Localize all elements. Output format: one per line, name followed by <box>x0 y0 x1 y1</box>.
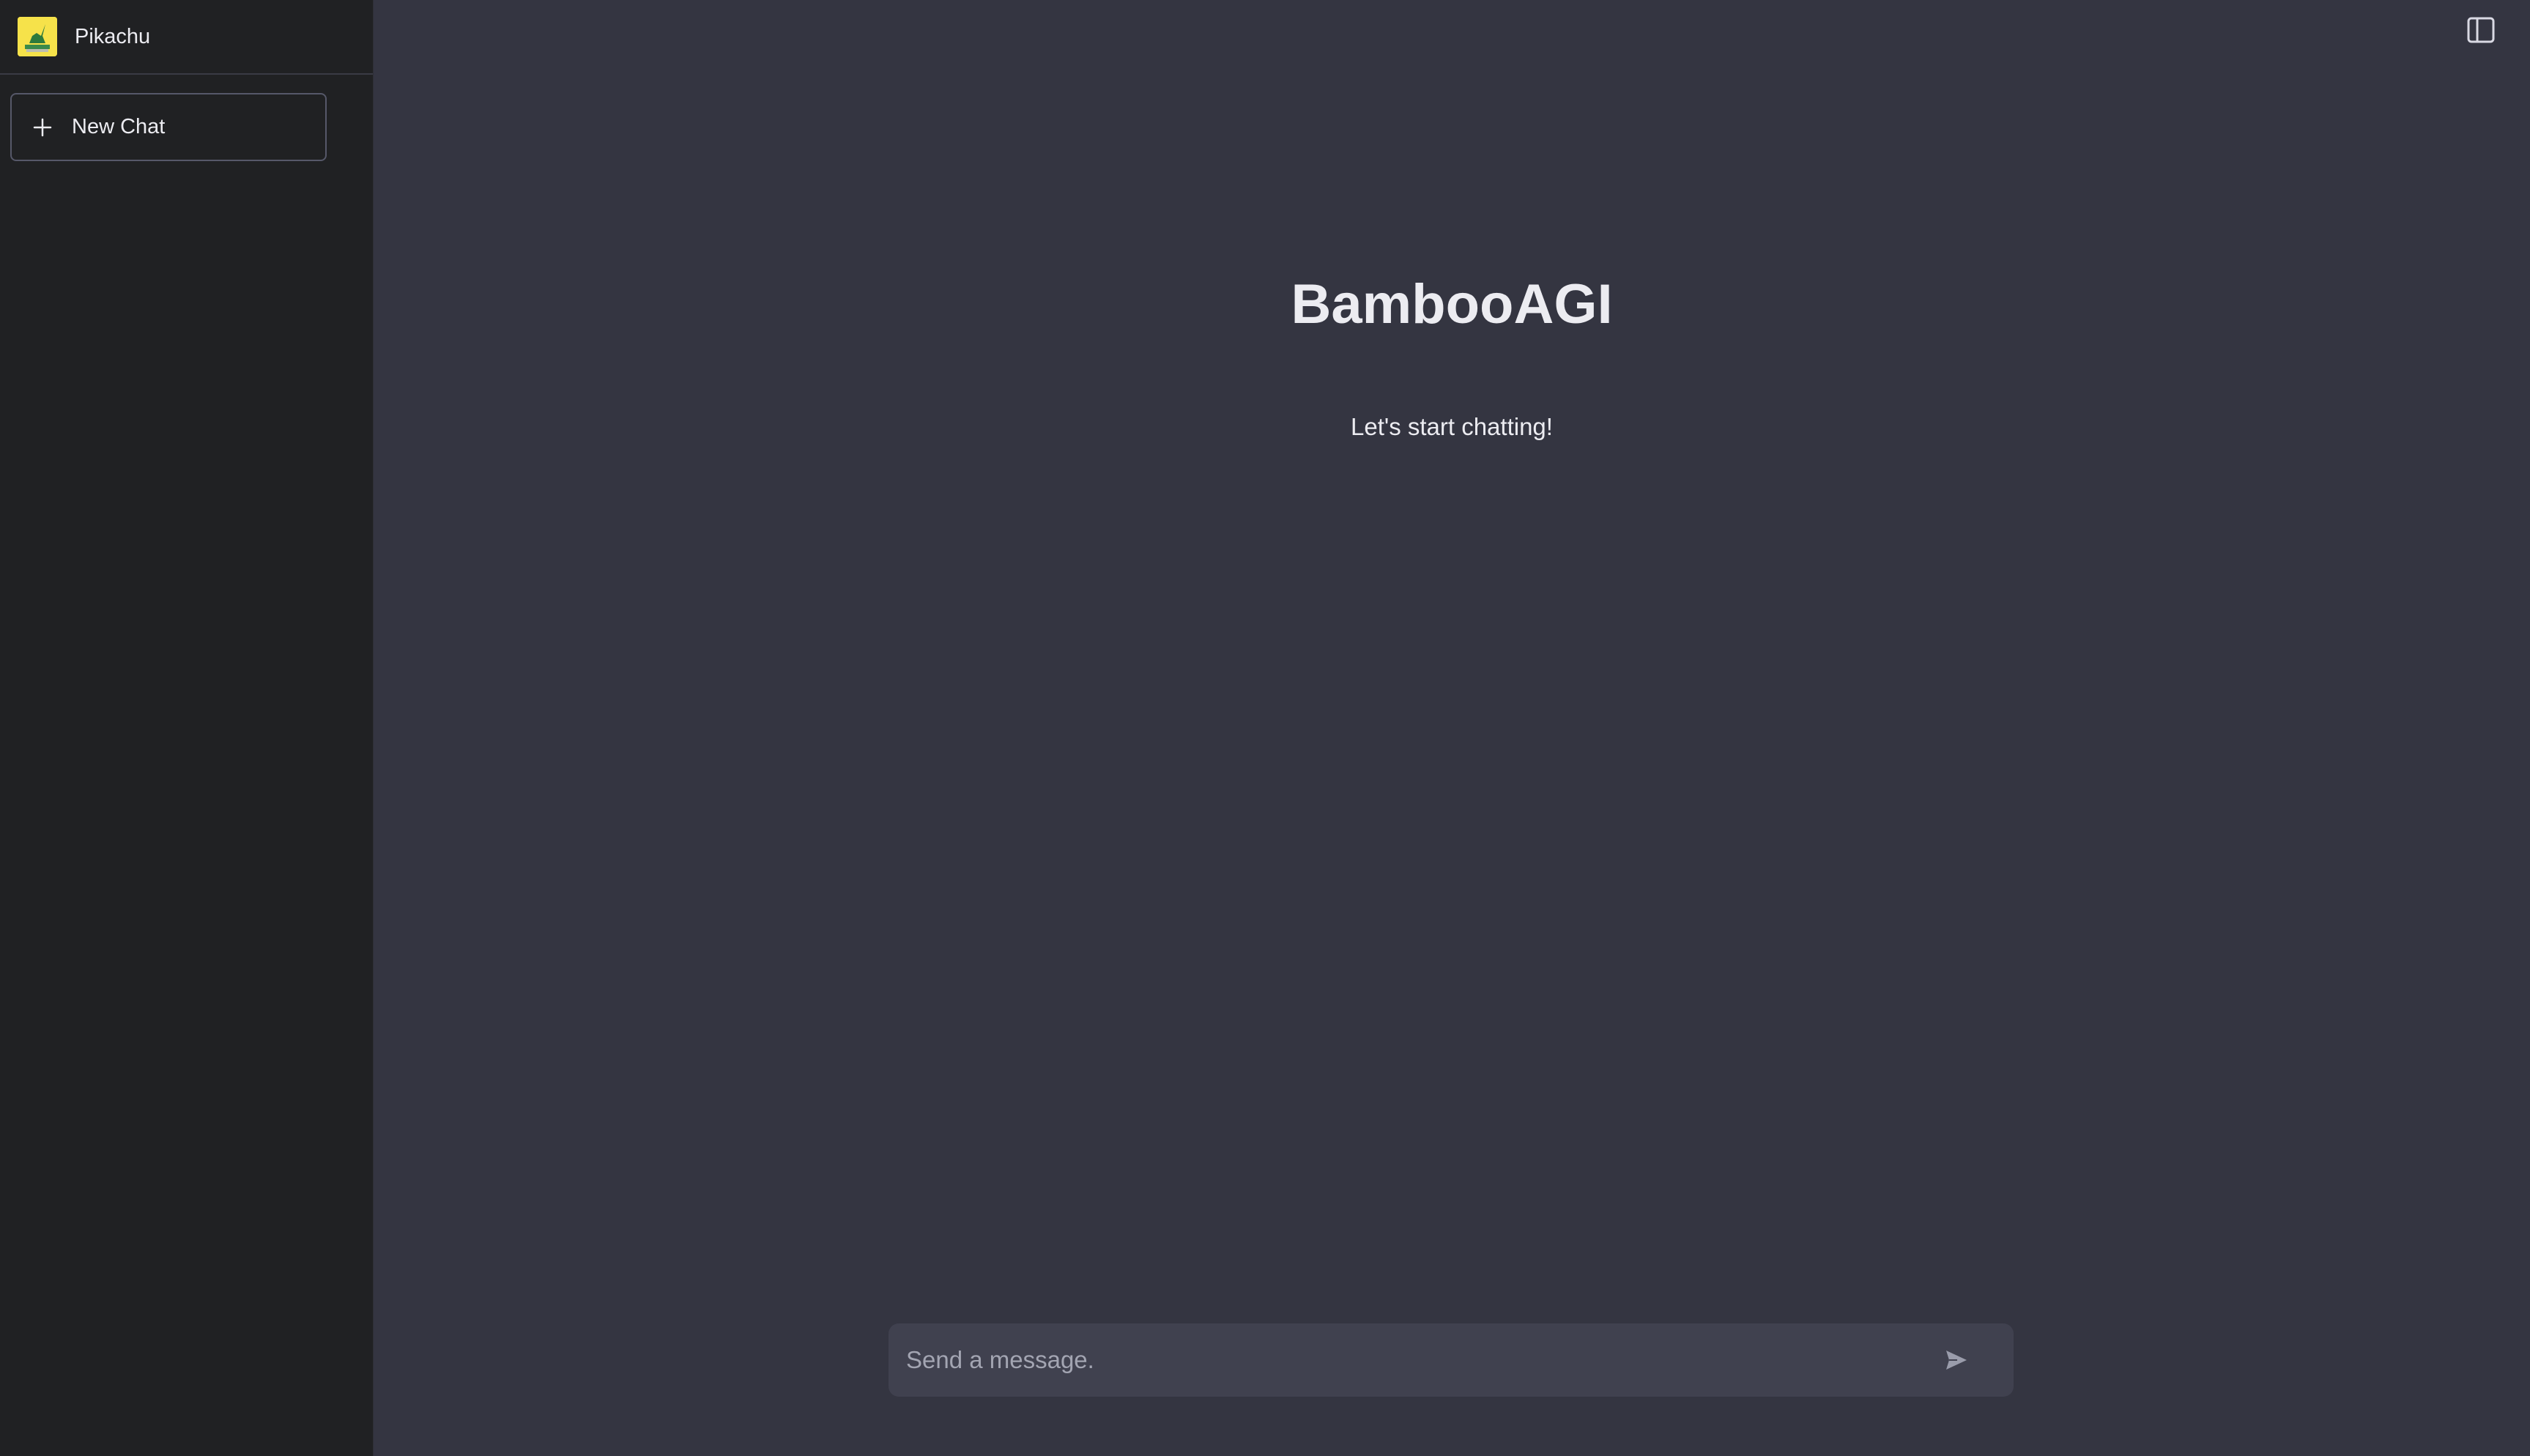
send-button[interactable] <box>1934 1338 1978 1382</box>
subtitle: Let's start chatting! <box>1351 413 1553 440</box>
new-chat-button[interactable]: New Chat <box>10 93 327 161</box>
avatar <box>18 17 57 56</box>
sidebar: Pikachu New Chat <box>0 0 374 1456</box>
user-name: Pikachu <box>75 24 151 48</box>
pikachu-avatar-icon <box>18 17 57 56</box>
page-title: BambooAGI <box>1291 273 1613 335</box>
message-input[interactable] <box>889 1323 1934 1397</box>
message-composer <box>889 1323 2014 1397</box>
app-window: Pikachu New Chat BambooAGI Let's start c… <box>0 0 2530 1456</box>
new-chat-label: New Chat <box>72 115 166 138</box>
sidebar-toggle-icon <box>2467 17 2495 43</box>
user-profile[interactable]: Pikachu <box>0 0 373 75</box>
sidebar-toggle-button[interactable] <box>2461 10 2501 50</box>
chat-main: BambooAGI Let's start chatting! <box>374 0 2530 1456</box>
send-icon <box>1946 1351 1967 1370</box>
plus-icon <box>32 117 53 138</box>
